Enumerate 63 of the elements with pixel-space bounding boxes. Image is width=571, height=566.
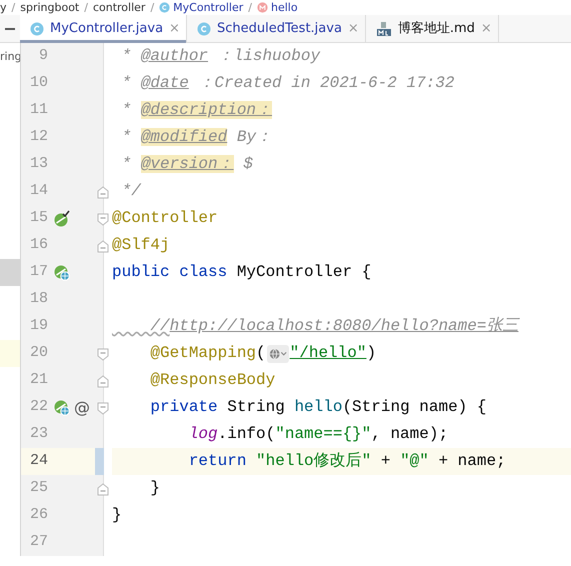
markdown-file-icon	[376, 21, 392, 37]
fold-start-icon[interactable]	[97, 212, 109, 226]
line-number: 14	[28, 181, 48, 202]
editor-tab[interactable]: 博客地址.md ×	[366, 15, 499, 43]
breadcrumb-separator: /	[150, 0, 154, 14]
class-icon	[159, 2, 170, 13]
code-line: log.info("name=={}", name);	[188, 424, 448, 445]
line-number: 16	[28, 235, 48, 256]
tab-label: MyController.java	[50, 20, 164, 38]
code-line: public class MyController {	[112, 262, 372, 283]
code-line: }	[112, 505, 122, 526]
code-line: @Controller	[112, 208, 218, 229]
code-line: //http://localhost:8080/hello?name=张三	[149, 316, 518, 337]
class-icon	[30, 22, 44, 36]
globe-icon[interactable]	[266, 344, 289, 362]
line-number: 11	[28, 100, 48, 120]
breadcrumb-item[interactable]: hello	[271, 0, 298, 14]
code-line: @ResponseBody	[149, 370, 276, 391]
line-number: 9	[38, 46, 48, 66]
tab-label: ScheduledTest.java	[216, 20, 342, 38]
breadcrumb-item[interactable]: y	[0, 0, 7, 14]
line-number: 24	[28, 451, 48, 472]
change-marker[interactable]	[95, 448, 104, 475]
breadcrumb-item[interactable]: springboot	[20, 0, 80, 14]
code-line: return "hello修改后" + "@" + name;	[188, 450, 506, 472]
tab-label: 博客地址.md	[398, 20, 475, 38]
code-line: @GetMapping(	[149, 343, 266, 364]
bean-globe-icon[interactable]	[53, 399, 70, 416]
bean-check-icon[interactable]	[53, 210, 71, 227]
line-number: 21	[28, 370, 48, 390]
breadcrumb-item[interactable]: MyController	[173, 0, 244, 14]
code-line: private String hello(String name) {	[149, 397, 486, 418]
code-line: "/hello")	[290, 343, 376, 364]
editor-tab[interactable]: MyController.java ×	[20, 15, 187, 43]
breadcrumb-separator: /	[12, 0, 16, 14]
code-line: * @author ：lishuoboy	[120, 46, 320, 67]
code-line: * @date ：Created in 2021-6-2 17:32	[120, 73, 454, 94]
editor-tab[interactable]: ScheduledTest.java ×	[186, 15, 366, 43]
bean-globe-icon[interactable]	[53, 264, 70, 281]
implements-marker[interactable]: @	[74, 400, 90, 416]
line-number: 23	[28, 424, 48, 444]
code-line: */	[120, 181, 141, 202]
breadcrumb-separator: /	[248, 0, 252, 14]
line-number: 17	[28, 262, 48, 282]
line-number: 12	[28, 127, 48, 148]
line-number: 13	[28, 154, 48, 174]
line-number: 10	[28, 73, 48, 94]
breadcrumb-separator: /	[84, 0, 88, 14]
class-icon	[196, 22, 211, 36]
fold-start-icon[interactable]	[97, 346, 109, 360]
line-number: 18	[28, 289, 48, 310]
fold-start-icon[interactable]	[97, 400, 109, 414]
line-number: 22	[28, 397, 48, 418]
line-number: 20	[28, 343, 48, 364]
line-number: 27	[28, 532, 48, 552]
line-number: 25	[28, 478, 48, 498]
line-number: 26	[28, 505, 48, 526]
code-line: }	[149, 478, 160, 499]
line-number: 15	[28, 208, 48, 228]
line-number: 19	[28, 316, 48, 336]
breadcrumb-item[interactable]: controller	[92, 0, 146, 14]
method-icon	[257, 2, 268, 13]
code-line: @Slf4j	[112, 235, 170, 256]
